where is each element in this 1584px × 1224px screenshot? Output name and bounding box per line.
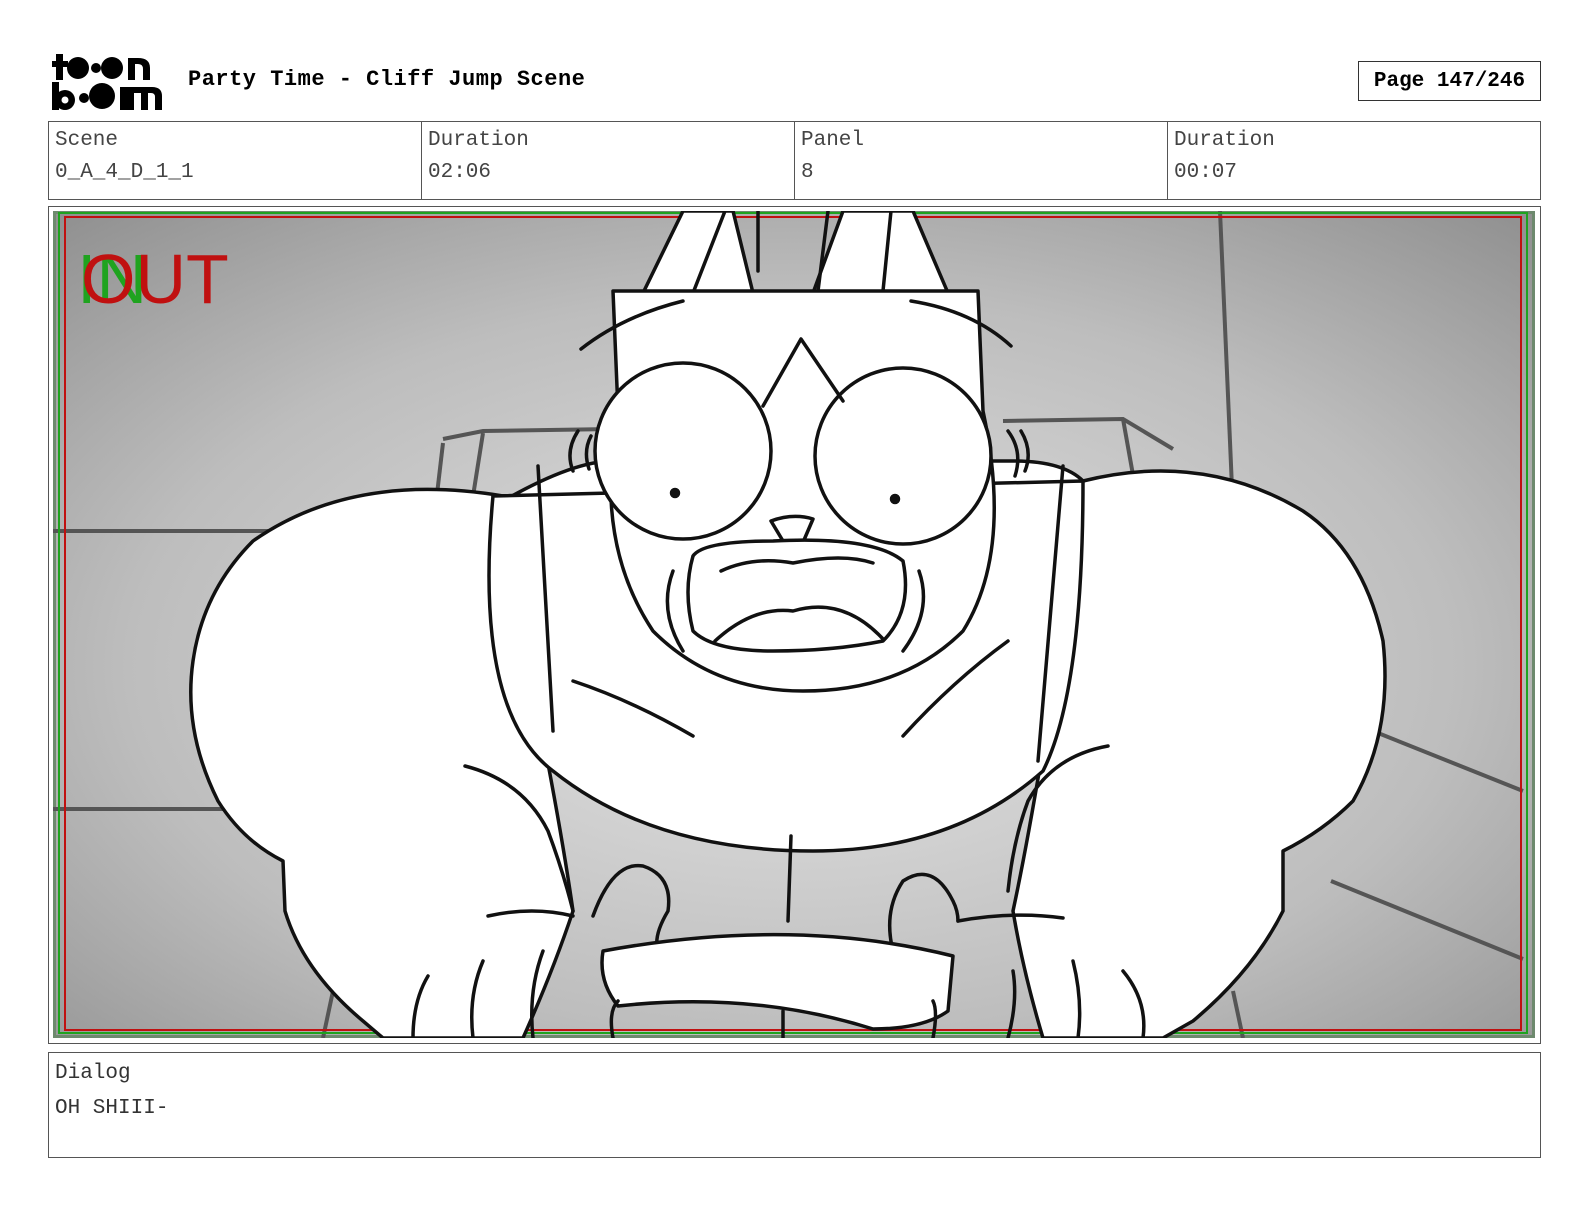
dialog-box: Dialog OH SHIII- <box>48 1052 1541 1158</box>
scene-duration-value: 02:06 <box>428 161 492 184</box>
scene-info-table: Scene 0_A_4_D_1_1 Duration 02:06 Panel 8… <box>48 121 1541 200</box>
scene-label: Scene <box>55 129 119 152</box>
panel-duration-cell: Duration 00:07 <box>1168 122 1540 199</box>
scene-cell: Scene 0_A_4_D_1_1 <box>49 122 422 199</box>
scene-duration-cell: Duration 02:06 <box>422 122 795 199</box>
panel-value: 8 <box>801 161 814 184</box>
dialog-text: OH SHIII- <box>55 1097 169 1120</box>
scene-duration-label: Duration <box>428 129 529 152</box>
panel-duration-label: Duration <box>1174 129 1275 152</box>
page-number: Page 147/246 <box>1373 69 1526 93</box>
panel-label: Panel <box>801 129 865 152</box>
out-marker: OUT <box>81 240 229 318</box>
document-title: Party Time - Cliff Jump Scene <box>188 67 586 92</box>
page-indicator: Page 147/246 <box>1358 61 1541 101</box>
scene-value: 0_A_4_D_1_1 <box>55 161 194 184</box>
toonboom-logo <box>52 54 162 110</box>
panel-cell: Panel 8 <box>795 122 1168 199</box>
storyboard-panel: IN OUT <box>48 206 1541 1044</box>
panel-drawing: IN OUT <box>53 211 1535 1038</box>
panel-duration-value: 00:07 <box>1174 161 1238 184</box>
dialog-label: Dialog <box>55 1062 131 1085</box>
